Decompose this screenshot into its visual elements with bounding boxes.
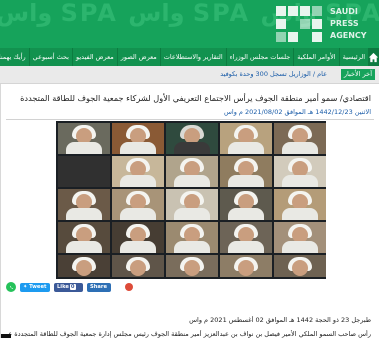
participant-tile [166, 222, 218, 253]
nav-item-reports[interactable]: التقارير والاستطلاعات [159, 48, 226, 66]
like-count: 0 [69, 283, 76, 290]
home-icon [368, 52, 379, 62]
nav-item-feedback[interactable]: رأيك يهمنا [0, 48, 29, 66]
participant-tile [112, 255, 164, 277]
nav-item-cabinet-sessions[interactable]: جلسات مجلس الوزراء [225, 48, 294, 66]
spa-logo[interactable] [276, 6, 328, 42]
participant-tile [58, 222, 110, 253]
nav-item-royal-orders[interactable]: الأوامر الملكية [293, 48, 338, 66]
nav-item-photo-gallery[interactable]: معرض الصور [116, 48, 160, 66]
participant-tile [58, 255, 110, 277]
participant-tile [220, 156, 272, 187]
nav-item-home[interactable]: الرئيسية [338, 48, 368, 66]
participant-tile [274, 255, 326, 277]
article: اقتصادي/ سمو أمير منطقة الجوف يرأس الاجت… [0, 84, 379, 338]
main-nav: الرئيسية الأوامر الملكية جلسات مجلس الوز… [0, 48, 379, 66]
article-body-line: رأس صاحب السمو الملكي الأمير فيصل بن نوا… [7, 330, 371, 338]
google-plus-share-button[interactable] [125, 283, 133, 291]
participant-tile [166, 156, 218, 187]
participant-tile [166, 123, 218, 154]
header-banner: واس SPA واس SPA واس SPA SAUDI PRESS AGEN… [0, 0, 379, 48]
participant-tile [274, 222, 326, 253]
participant-tile [112, 189, 164, 220]
share-label: Share [90, 283, 108, 290]
participant-tile [166, 189, 218, 220]
participant-tile [58, 189, 110, 220]
scroll-edge [1, 334, 11, 338]
like-label: Like [57, 283, 69, 290]
article-photo[interactable] [56, 121, 326, 279]
participant-tile [220, 255, 272, 277]
twitter-icon: ✦ [23, 283, 28, 290]
article-title: اقتصادي/ سمو أمير منطقة الجوف يرأس الاجت… [20, 93, 371, 103]
article-body-line: طبرجل 23 ذو الحجة 1442 هـ الموافق 02 أغس… [189, 316, 371, 324]
logo-text: SAUDI PRESS AGENCY [330, 7, 367, 40]
participant-tile [112, 222, 164, 253]
latest-news-label: آخر الأخبار [340, 69, 375, 80]
facebook-like-button[interactable]: Like 0 [54, 282, 83, 292]
participant-tile [274, 123, 326, 154]
nav-item-weekly-search[interactable]: بحث أسبوعي [28, 48, 72, 66]
participant-tile [58, 123, 110, 154]
tweet-label: Tweet [29, 283, 47, 290]
participant-tile [58, 156, 110, 187]
participant-tile [220, 123, 272, 154]
home-button[interactable] [368, 48, 379, 66]
participant-tile [166, 255, 218, 277]
nav-item-video-gallery[interactable]: معرض الفيديو [71, 48, 117, 66]
tweet-button[interactable]: ✦ Tweet [20, 282, 50, 292]
header-watermark: واس SPA واس SPA واس SPA [0, 0, 379, 27]
whatsapp-icon [9, 285, 13, 289]
whatsapp-share-button[interactable] [6, 282, 16, 292]
article-dateline: الاثنين 1442/12/23 هـ الموافق 2021/08/02… [223, 108, 371, 116]
participant-tile [274, 189, 326, 220]
participant-tile [220, 222, 272, 253]
ticker-headline[interactable]: عام / الوزاريل تسجل 300 وحدة بكوفيد [220, 69, 327, 80]
participant-tile [112, 123, 164, 154]
facebook-share-button[interactable]: Share [87, 282, 111, 292]
participant-tile [220, 189, 272, 220]
participant-tile [112, 156, 164, 187]
participant-tile [274, 156, 326, 187]
divider [6, 119, 374, 120]
news-ticker: آخر الأخبار عام / الوزاريل تسجل 300 وحدة… [0, 66, 379, 84]
share-bar: ✦ Tweet Like 0 Share [6, 281, 133, 293]
